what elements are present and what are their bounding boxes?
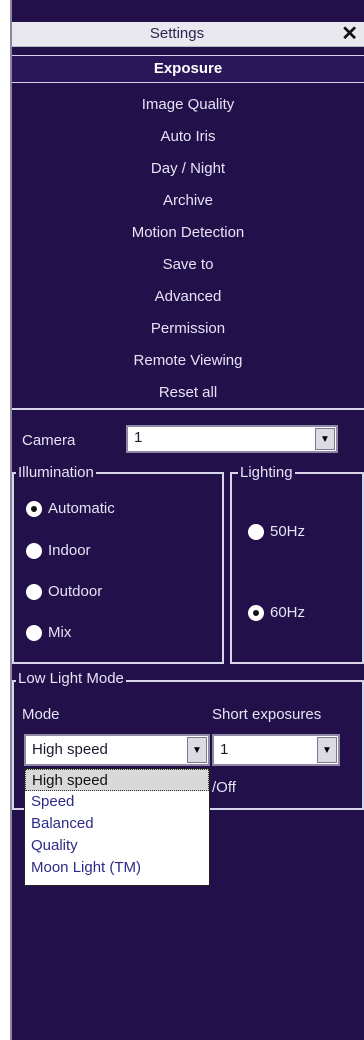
title-bar: Settings ✕ — [12, 22, 364, 47]
dropdown-option-high-speed[interactable]: High speed — [25, 769, 209, 791]
lighting-group — [230, 472, 364, 664]
radio-mix-label: Mix — [48, 624, 72, 641]
radio-checked-icon — [248, 604, 264, 621]
radio-60hz[interactable]: 60Hz — [248, 604, 305, 621]
menu-item-permission[interactable]: Permission — [12, 313, 364, 345]
radio-50hz[interactable]: 50Hz — [248, 523, 305, 540]
illumination-legend: Illumination — [16, 464, 96, 481]
menu-item-archive[interactable]: Archive — [12, 185, 364, 217]
mode-label: Mode — [22, 706, 60, 723]
partial-option-text: /Off — [212, 779, 236, 796]
radio-60hz-label: 60Hz — [270, 604, 306, 621]
close-icon[interactable]: ✕ — [341, 22, 358, 46]
menu-item-day-night[interactable]: Day / Night — [12, 153, 364, 185]
section-divider — [12, 408, 364, 410]
chevron-down-icon[interactable]: ▼ — [187, 737, 207, 763]
chevron-down-icon[interactable]: ▼ — [317, 737, 337, 763]
short-exposures-label: Short exposures — [212, 706, 322, 723]
radio-indoor[interactable]: Indoor — [26, 542, 91, 559]
radio-mix[interactable]: Mix — [26, 624, 71, 641]
panel-left-edge — [0, 0, 10, 1040]
menu-item-remote-viewing[interactable]: Remote Viewing — [12, 345, 364, 377]
radio-outdoor[interactable]: Outdoor — [26, 583, 102, 600]
short-exposures-select[interactable]: 1 ▼ — [212, 734, 340, 766]
menu-item-exposure[interactable]: Exposure — [12, 55, 364, 83]
radio-automatic[interactable]: Automatic — [26, 500, 115, 517]
dropdown-option-moon-light[interactable]: Moon Light (TM) — [25, 857, 209, 879]
radio-checked-icon — [26, 500, 42, 517]
low-light-legend: Low Light Mode — [16, 670, 126, 687]
menu-item-motion-detection[interactable]: Motion Detection — [12, 217, 364, 249]
menu-item-advanced[interactable]: Advanced — [12, 281, 364, 313]
menu-item-auto-iris[interactable]: Auto Iris — [12, 121, 364, 153]
camera-label: Camera — [22, 432, 76, 449]
lighting-legend: Lighting — [238, 464, 295, 481]
dropdown-option-speed[interactable]: Speed — [25, 791, 209, 813]
radio-unchecked-icon — [26, 542, 42, 559]
short-exposures-value: 1 — [220, 741, 229, 758]
dropdown-option-quality[interactable]: Quality — [25, 835, 209, 857]
radio-50hz-label: 50Hz — [270, 523, 306, 540]
menu-item-reset-all[interactable]: Reset all — [12, 377, 364, 409]
chevron-down-icon[interactable]: ▼ — [315, 428, 335, 450]
menu-item-image-quality[interactable]: Image Quality — [12, 89, 364, 121]
settings-menu: Exposure Image Quality Auto Iris Day / N… — [12, 55, 364, 409]
mode-select-value: High speed — [32, 741, 108, 758]
mode-select[interactable]: High speed ▼ — [24, 734, 210, 766]
radio-indoor-label: Indoor — [48, 542, 91, 559]
mode-dropdown-list: High speed Speed Balanced Quality Moon L… — [24, 768, 210, 886]
radio-unchecked-icon — [26, 583, 42, 600]
camera-select[interactable]: 1 ▼ — [126, 425, 338, 453]
dropdown-option-balanced[interactable]: Balanced — [25, 813, 209, 835]
radio-unchecked-icon — [248, 523, 264, 540]
radio-outdoor-label: Outdoor — [48, 583, 103, 600]
window-title: Settings — [149, 25, 205, 42]
radio-unchecked-icon — [26, 624, 42, 641]
menu-item-save-to[interactable]: Save to — [12, 249, 364, 281]
radio-automatic-label: Automatic — [48, 500, 115, 517]
camera-select-value: 1 — [134, 429, 143, 446]
